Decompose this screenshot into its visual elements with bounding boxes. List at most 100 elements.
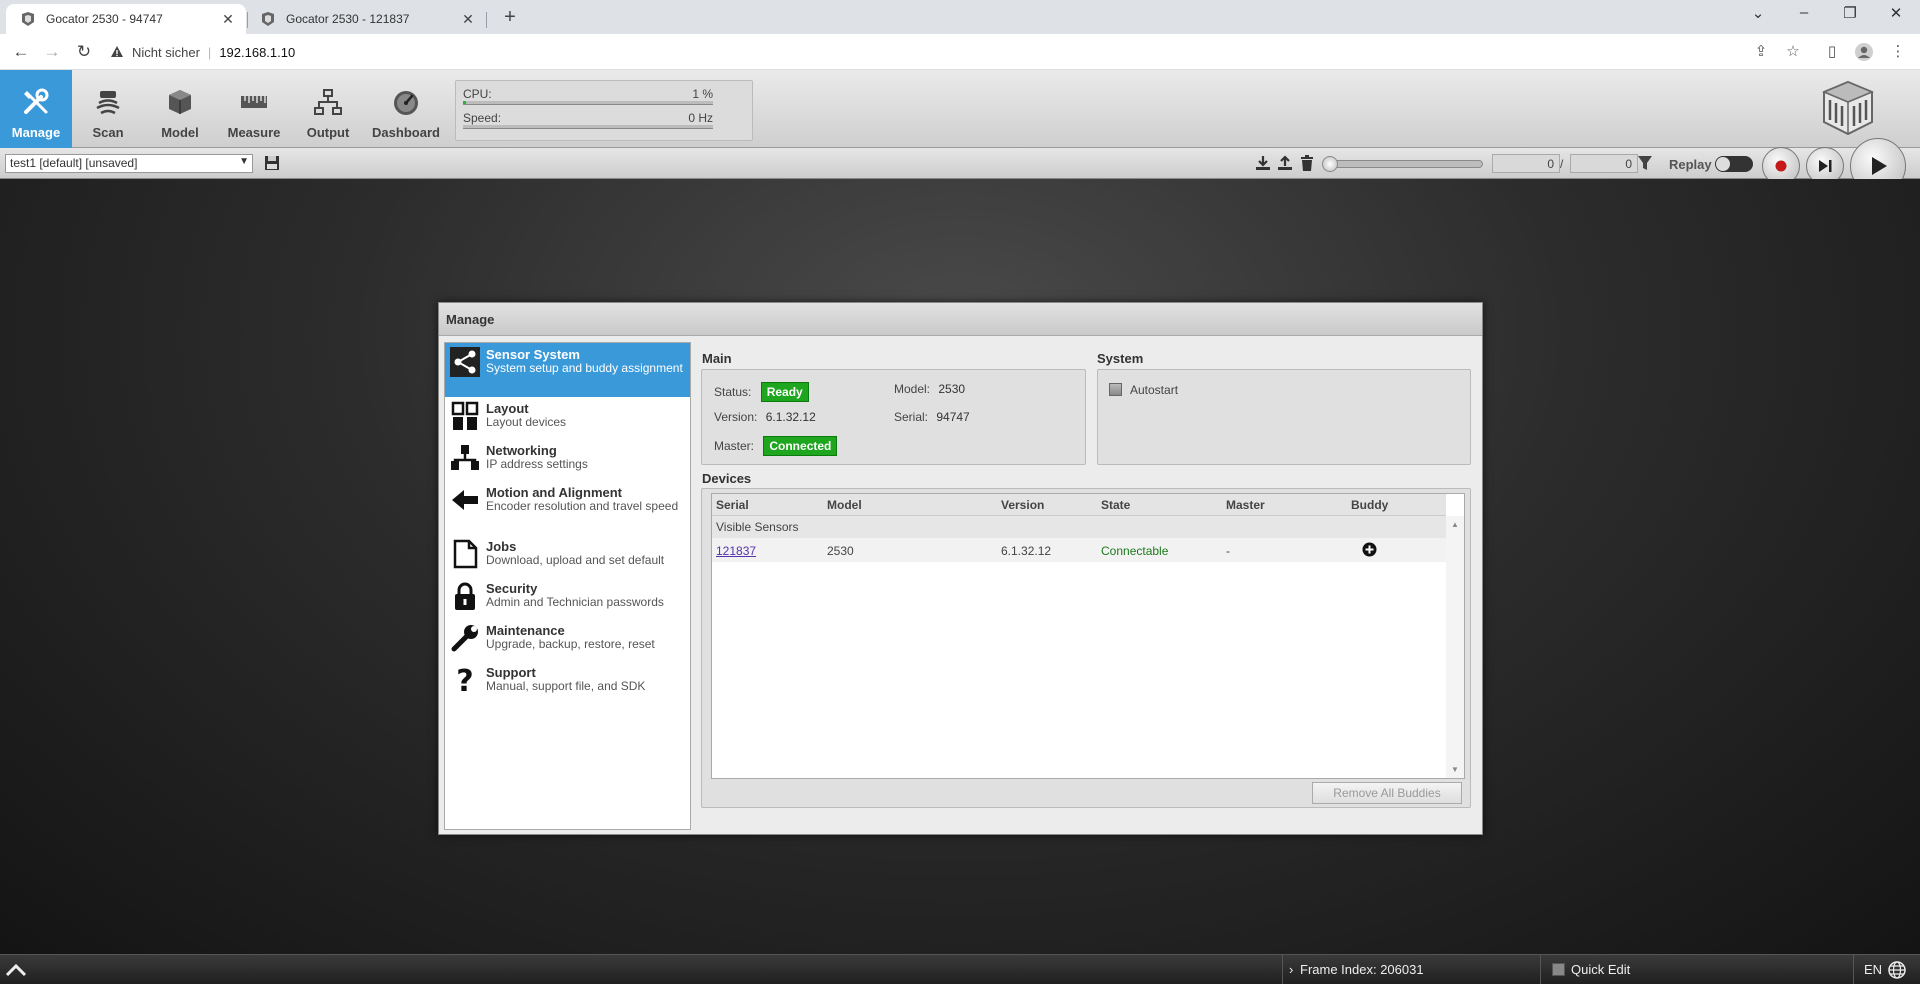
menu-item-title: Support [486, 665, 536, 680]
cpu-label: CPU: [463, 87, 492, 101]
col-model[interactable]: Model [827, 498, 862, 512]
col-state[interactable]: State [1101, 498, 1130, 512]
bookmark-star-icon[interactable]: ☆ [1781, 40, 1805, 64]
wrench-icon [451, 625, 478, 652]
quick-edit-toggle[interactable]: Quick Edit [1552, 962, 1630, 977]
system-heading: System [1097, 351, 1144, 366]
menu-item-subtitle: Layout devices [486, 415, 567, 429]
window-close-icon[interactable]: ✕ [1876, 4, 1916, 22]
record-icon [1775, 160, 1787, 172]
profile-avatar-icon[interactable] [1852, 40, 1876, 64]
frame-current-field[interactable]: 0 [1492, 154, 1560, 173]
chevron-up-icon[interactable] [4, 958, 28, 982]
scroll-up-icon[interactable]: ▲ [1446, 520, 1464, 529]
warning-icon [111, 46, 123, 57]
cpu-meter: CPU: 1 % [463, 85, 713, 105]
share-page-icon[interactable]: ⇪ [1749, 40, 1773, 64]
browser-tab-2-title: Gocator 2530 - 121837 [286, 12, 410, 26]
nav-manage[interactable]: Manage [0, 70, 72, 148]
nav-dashboard[interactable]: Dashboard [364, 70, 448, 148]
nav-model-label: Model [161, 125, 199, 140]
remove-all-buddies-button[interactable]: Remove All Buddies [1312, 782, 1462, 804]
col-master[interactable]: Master [1226, 498, 1265, 512]
toggle-knob [1716, 157, 1730, 171]
frame-index: Frame Index: 206031 [1300, 962, 1424, 977]
menu-item-sensor-system[interactable]: Sensor System System setup and buddy ass… [445, 343, 690, 397]
nav-measure[interactable]: Measure [216, 70, 292, 148]
back-icon[interactable]: ← [9, 40, 33, 64]
globe-icon[interactable] [1888, 961, 1906, 979]
browser-tab-1[interactable]: Gocator 2530 - 94747 ✕ [6, 4, 246, 34]
cpu-value: 1 % [692, 87, 713, 101]
replay-slider[interactable] [1322, 156, 1483, 172]
autostart-label: Autostart [1130, 383, 1179, 397]
scroll-down-icon[interactable]: ▼ [1446, 765, 1464, 774]
menu-item-networking[interactable]: Networking IP address settings [445, 439, 690, 481]
col-buddy[interactable]: Buddy [1351, 498, 1388, 512]
status-divider [1282, 955, 1283, 984]
document-icon [453, 539, 478, 569]
reload-icon[interactable]: ↻ [72, 40, 96, 64]
model-field: Model: 2530 [894, 382, 965, 396]
master-label: Master: [714, 439, 755, 453]
col-version[interactable]: Version [1001, 498, 1044, 512]
restore-icon[interactable]: ❐ [1830, 4, 1870, 22]
language-selector[interactable]: EN [1864, 962, 1882, 977]
app-toolbar: Manage Scan Model Measure Output Dashboa… [0, 70, 1920, 148]
frame-separator: / [1560, 157, 1564, 171]
menu-item-security[interactable]: Security Admin and Technician passwords [445, 577, 690, 619]
nav-output[interactable]: Output [292, 70, 364, 148]
col-serial[interactable]: Serial [716, 498, 749, 512]
job-toolbar: test1 [default] [unsaved] ▼ 0 / 0 Replay [0, 138, 1920, 194]
download-icon[interactable] [1254, 154, 1272, 172]
menu-item-subtitle: Upgrade, backup, restore, reset [486, 637, 655, 651]
menu-item-maintenance[interactable]: Maintenance Upgrade, backup, restore, re… [445, 619, 690, 661]
devices-scrollbar[interactable]: ▲ ▼ [1446, 516, 1464, 778]
table-row[interactable]: 121837 2530 6.1.32.12 Connectable - [712, 538, 1446, 562]
menu-item-title: Security [486, 581, 538, 596]
quick-edit-checkbox[interactable] [1552, 963, 1565, 976]
autostart-checkbox[interactable] [1109, 383, 1122, 396]
close-icon[interactable]: ✕ [220, 11, 236, 28]
security-label: Nicht sicher [132, 44, 200, 60]
omnibox[interactable]: Nicht sicher | 192.168.1.10 [110, 40, 295, 64]
menu-item-motion-alignment[interactable]: Motion and Alignment Encoder resolution … [445, 481, 690, 535]
sensor-serial-link[interactable]: 121837 [716, 544, 756, 558]
browser-tab-bar: Gocator 2530 - 94747 ✕ Gocator 2530 - 12… [0, 0, 1920, 34]
job-select[interactable]: test1 [default] [unsaved] ▼ [5, 154, 253, 173]
filter-icon[interactable] [1636, 154, 1654, 172]
lock-icon [455, 582, 475, 610]
devices-heading: Devices [702, 471, 752, 486]
tab-search-icon[interactable]: ⌄ [1738, 4, 1778, 22]
share-icon [450, 347, 480, 377]
forward-icon[interactable]: → [40, 40, 64, 64]
new-tab-button[interactable]: + [498, 6, 522, 29]
replay-toggle[interactable] [1715, 156, 1753, 172]
slider-handle[interactable] [1322, 156, 1338, 172]
nav-model[interactable]: Model [144, 70, 216, 148]
side-panel-icon[interactable]: ▯ [1820, 40, 1844, 64]
trash-icon[interactable] [1298, 154, 1316, 172]
cubes-icon [169, 90, 191, 114]
browser-menu-icon[interactable]: ⋮ [1886, 40, 1910, 64]
add-circle-icon [1362, 542, 1377, 557]
menu-item-layout[interactable]: Layout Layout devices [445, 397, 690, 439]
browser-tab-2[interactable]: Gocator 2530 - 121837 ✕ [246, 4, 486, 34]
ruler-icon [241, 96, 267, 108]
save-icon[interactable] [264, 155, 280, 171]
upload-icon[interactable] [1276, 154, 1294, 172]
menu-item-jobs[interactable]: Jobs Download, upload and set default [445, 535, 690, 577]
play-icon [1872, 157, 1887, 175]
menu-item-support[interactable]: ? Support Manual, support file, and SDK [445, 661, 690, 703]
serial-label: Serial: [894, 410, 929, 424]
nav-scan[interactable]: Scan [72, 70, 144, 148]
minimize-icon[interactable]: – [1784, 4, 1824, 21]
cpu-bar [463, 101, 713, 105]
master-badge: Connected [763, 436, 838, 456]
close-icon[interactable]: ✕ [460, 11, 476, 28]
add-buddy-button[interactable] [1362, 542, 1377, 560]
version-label: Version: [714, 410, 758, 424]
speed-meter: Speed: 0 Hz [463, 109, 713, 129]
skip-next-icon [1819, 160, 1832, 172]
arrow-left-icon [452, 490, 478, 510]
